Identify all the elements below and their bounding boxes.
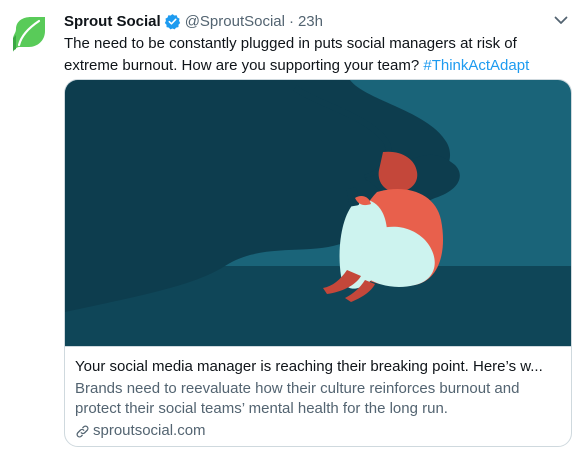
card-description: Brands need to reevaluate how their cult… <box>75 380 520 417</box>
avatar[interactable] <box>6 10 54 58</box>
card-body: Your social media manager is reaching th… <box>65 346 571 446</box>
verified-badge-icon <box>164 13 181 30</box>
link-preview-card[interactable]: Your social media manager is reaching th… <box>64 79 572 447</box>
tweet-header: Sprout Social @SproutSocial · 23h <box>64 10 323 32</box>
card-domain-text: sproutsocial.com <box>93 422 206 439</box>
more-options-button[interactable] <box>551 12 571 28</box>
link-icon <box>75 424 90 439</box>
card-title: Your social media manager is reaching th… <box>75 358 543 375</box>
tweet-text: The need to be constantly plugged in put… <box>64 33 564 77</box>
author-name[interactable]: Sprout Social <box>64 13 161 30</box>
tweet-timestamp[interactable]: 23h <box>298 13 323 30</box>
chevron-down-icon <box>554 16 568 24</box>
tweet[interactable]: Sprout Social @SproutSocial · 23h The ne… <box>0 0 579 456</box>
header-separator: · <box>288 12 294 30</box>
author-handle[interactable]: @SproutSocial <box>185 13 285 30</box>
card-domain: sproutsocial.com <box>75 421 561 441</box>
hashtag-link[interactable]: #ThinkActAdapt <box>423 57 529 74</box>
sprout-logo-icon <box>13 17 45 52</box>
card-illustration <box>65 80 571 346</box>
